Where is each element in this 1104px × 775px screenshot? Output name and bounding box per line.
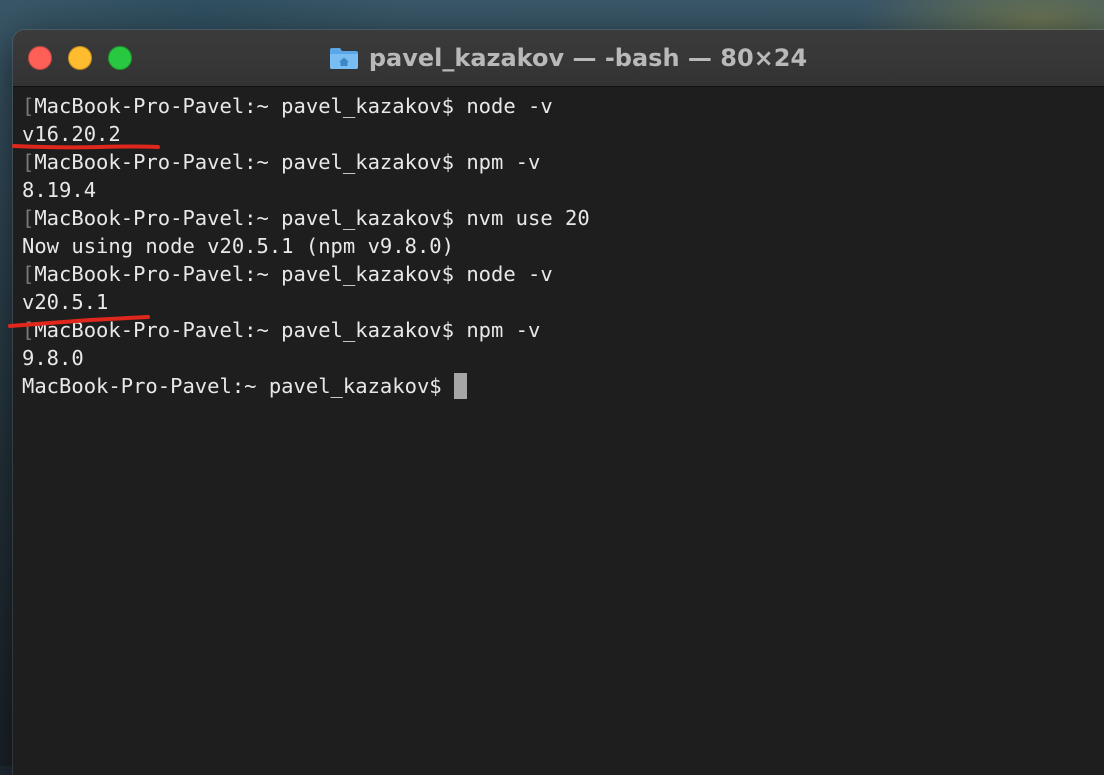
block-cursor	[453, 373, 467, 399]
terminal-line: [MacBook-Pro-Pavel:~ pavel_kazakov$ node…	[22, 94, 553, 118]
terminal-line: [MacBook-Pro-Pavel:~ pavel_kazakov$ nvm …	[22, 206, 590, 230]
prompt-mark-icon: [	[22, 150, 35, 174]
window-title-group: pavel_kazakov — -bash — 80×24	[13, 30, 1104, 86]
home-folder-icon	[329, 46, 359, 70]
terminal-line: v16.20.2	[22, 122, 121, 146]
terminal-line: [MacBook-Pro-Pavel:~ pavel_kazakov$ npm …	[22, 150, 541, 174]
terminal-output[interactable]: [MacBook-Pro-Pavel:~ pavel_kazakov$ node…	[13, 87, 1104, 775]
prompt-mark-icon: [	[22, 206, 35, 230]
terminal-window[interactable]: pavel_kazakov — -bash — 80×24 [MacBook-P…	[13, 30, 1104, 775]
window-title: pavel_kazakov — -bash — 80×24	[368, 44, 808, 72]
terminal-line: Now using node v20.5.1 (npm v9.8.0)	[22, 234, 454, 258]
terminal-line: 8.19.4	[22, 178, 97, 202]
prompt-mark-icon: [	[22, 318, 35, 342]
prompt-mark-icon: [	[22, 94, 35, 118]
prompt-mark-icon: [	[22, 262, 35, 286]
terminal-line: [MacBook-Pro-Pavel:~ pavel_kazakov$ npm …	[22, 318, 541, 342]
terminal-line: [MacBook-Pro-Pavel:~ pavel_kazakov$ node…	[22, 262, 553, 286]
terminal-prompt-line[interactable]: MacBook-Pro-Pavel:~ pavel_kazakov$	[22, 372, 467, 400]
title-bar[interactable]: pavel_kazakov — -bash — 80×24	[13, 30, 1104, 87]
terminal-line: v20.5.1	[22, 290, 109, 314]
terminal-line: 9.8.0	[22, 346, 84, 370]
